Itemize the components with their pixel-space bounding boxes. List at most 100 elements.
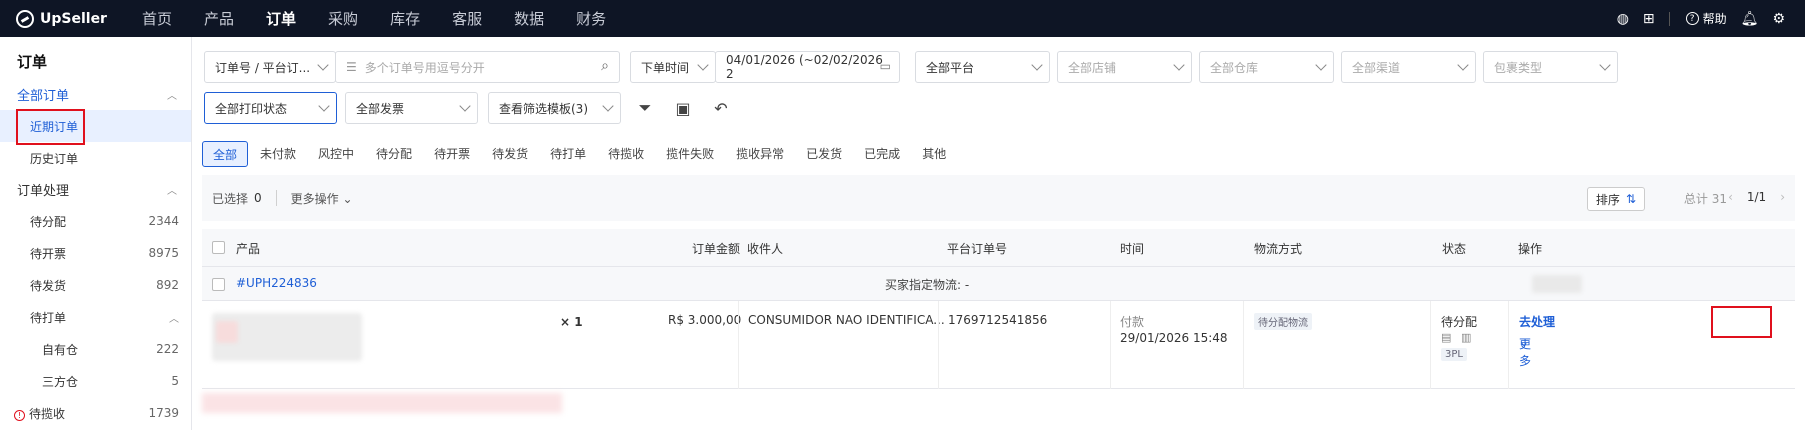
invoice-select[interactable]: 全部发票 xyxy=(345,92,478,124)
nav-separator xyxy=(1668,11,1670,26)
sidebar-group-all-orders[interactable]: 全部订单 ︿ xyxy=(0,79,191,110)
header-amount: 订单金额 xyxy=(692,242,741,256)
header-action: 操作 xyxy=(1518,242,1543,256)
header-product: 产品 xyxy=(236,242,261,256)
sidebar-item-to-invoice[interactable]: 待开票 8975 xyxy=(0,237,191,269)
tab-to-invoice[interactable]: 待开票 xyxy=(424,141,480,167)
sidebar-item-own-warehouse[interactable]: 自有仓 222 xyxy=(0,333,191,365)
date-range-input[interactable]: 04/01/2026 (~02/02/2026 2 ▭ xyxy=(715,51,900,83)
nav-data[interactable]: 数据 xyxy=(514,8,544,29)
sidebar-item-label: 近期订单 xyxy=(30,119,79,134)
logistics-tag: 待分配物流 xyxy=(1254,313,1312,330)
barcode-icon[interactable]: ▤ xyxy=(1441,331,1451,344)
nav-finance[interactable]: 财务 xyxy=(576,8,606,29)
chevron-up-icon: ︿ xyxy=(167,91,177,102)
search-icon[interactable]: ⌕ xyxy=(601,58,609,74)
chevron-down-icon: ⌄ xyxy=(1519,335,1530,349)
sidebar-item-to-ship[interactable]: 待发货 892 xyxy=(0,269,191,301)
print-status-select[interactable]: 全部打印状态 xyxy=(204,92,337,124)
warehouse-select[interactable]: 全部仓库 xyxy=(1199,51,1334,83)
tab-other[interactable]: 其他 xyxy=(912,141,956,167)
logo[interactable]: UpSeller xyxy=(16,9,126,28)
select-value: 包裹类型 xyxy=(1494,60,1543,75)
help-label: 帮助 xyxy=(1702,12,1727,26)
tab-pickup-error[interactable]: 揽收异常 xyxy=(726,141,794,167)
nav-home[interactable]: 首页 xyxy=(142,8,172,29)
order-no-input[interactable]: ☰ 多个订单号用逗号分开 ⌕ xyxy=(335,51,620,83)
sort-label: 排序 xyxy=(1595,192,1620,207)
selected-count: 0 xyxy=(254,191,262,205)
status-tabs: 全部 未付款 风控中 待分配 待开票 待发货 待打单 待揽收 揽件失败 揽收异常… xyxy=(202,141,958,167)
sidebar-item-label: 待分配 xyxy=(30,214,67,229)
nav-inventory[interactable]: 库存 xyxy=(390,8,420,29)
sort-icon: ⇅ xyxy=(1625,192,1636,206)
platform-select[interactable]: 全部平台 xyxy=(915,51,1050,83)
sidebar-item-third-warehouse[interactable]: 三方仓 5 xyxy=(0,365,191,397)
select-all-checkbox[interactable] xyxy=(212,241,225,254)
nav-products[interactable]: 产品 xyxy=(204,8,234,29)
bell-icon[interactable]: 🔔︎ xyxy=(1741,11,1759,27)
tab-to-allocate[interactable]: 待分配 xyxy=(366,141,422,167)
tab-pickup-failed[interactable]: 揽件失败 xyxy=(656,141,724,167)
select-value: 全部店铺 xyxy=(1068,60,1117,75)
sidebar-group-processing[interactable]: 订单处理 ︿ xyxy=(0,174,191,205)
sidebar-item-to-pickup[interactable]: ! 待揽收 1739 xyxy=(0,397,191,429)
help-button[interactable]: ? 帮助 xyxy=(1685,10,1727,27)
filter-icon[interactable]: ⏷ xyxy=(631,94,659,122)
document-icon[interactable]: ▥ xyxy=(1461,331,1471,344)
package-type-select[interactable]: 包裹类型 xyxy=(1483,51,1618,83)
order-checkbox[interactable] xyxy=(212,278,225,291)
sort-button[interactable]: 排序 ⇅ xyxy=(1586,187,1645,211)
sidebar-item-recent-orders[interactable]: 近期订单 xyxy=(0,110,191,142)
date-range-value: 04/01/2026 (~02/02/2026 2 xyxy=(726,53,883,81)
more-actions-button[interactable]: 更多操作 ⌄ xyxy=(291,190,353,207)
help-icon: ? xyxy=(1685,12,1699,25)
tab-unpaid[interactable]: 未付款 xyxy=(250,141,306,167)
nav-service[interactable]: 客服 xyxy=(452,8,482,29)
next-page-icon[interactable]: › xyxy=(1780,190,1785,204)
save-icon[interactable]: ▣ xyxy=(669,94,697,122)
filter-template-select[interactable]: 查看筛选模板(3) xyxy=(488,92,621,124)
toolbar-divider xyxy=(275,190,277,206)
page-indicator: 1/1 xyxy=(1746,190,1767,204)
time-label: 付款 xyxy=(1120,315,1145,329)
sidebar-item-to-allocate[interactable]: 待分配 2344 xyxy=(0,205,191,237)
select-value: 查看筛选模板(3) xyxy=(499,101,588,116)
tab-shipped[interactable]: 已发货 xyxy=(796,141,852,167)
nav-purchase[interactable]: 采购 xyxy=(328,8,358,29)
cell-divider xyxy=(1430,301,1431,389)
tab-to-ship[interactable]: 待发货 xyxy=(482,141,538,167)
nav-orders[interactable]: 订单 xyxy=(266,8,296,29)
time-type-select[interactable]: 下单时间 xyxy=(630,51,716,83)
more-actions-label: 更多操作 xyxy=(290,191,339,206)
tab-completed[interactable]: 已完成 xyxy=(854,141,910,167)
header-time: 时间 xyxy=(1120,242,1145,256)
blurred-content xyxy=(202,393,562,413)
apps-grid-icon[interactable]: ⊞ xyxy=(1643,11,1655,27)
select-value: 全部打印状态 xyxy=(215,101,288,116)
order-id-link[interactable]: #UPH224836 xyxy=(236,276,317,290)
tab-all[interactable]: 全部 xyxy=(202,141,249,167)
selected-label: 已选择 xyxy=(212,191,249,206)
sidebar-item-count: 892 xyxy=(156,278,179,292)
process-button[interactable]: 去处理 xyxy=(1519,313,1555,330)
sidebar-item-history-orders[interactable]: 历史订单 xyxy=(0,142,191,174)
sidebar-item-label: 自有仓 xyxy=(42,342,79,357)
sidebar-item-label: 待发货 xyxy=(30,278,67,293)
reset-icon[interactable]: ↶ xyxy=(707,94,735,122)
chevron-down-icon xyxy=(317,59,329,71)
tab-to-pickup[interactable]: 待揽收 xyxy=(598,141,654,167)
store-select[interactable]: 全部店铺 xyxy=(1057,51,1192,83)
sidebar-item-to-print[interactable]: 待打单 ︿ xyxy=(0,301,191,333)
globe-icon[interactable]: ◍ xyxy=(1617,11,1629,27)
prev-page-icon[interactable]: ‹ xyxy=(1728,190,1733,204)
tab-risk[interactable]: 风控中 xyxy=(308,141,364,167)
order-no-type-select[interactable]: 订单号 / 平台订... xyxy=(204,51,336,83)
gear-icon[interactable]: ⚙ xyxy=(1772,11,1785,27)
channel-select[interactable]: 全部渠道 xyxy=(1341,51,1476,83)
receiver-name: CONSUMIDOR NAO IDENTIFICA... xyxy=(748,313,945,327)
chevron-down-icon xyxy=(697,59,709,71)
order-amount: R$ 3.000,00 xyxy=(668,313,742,327)
tab-to-print[interactable]: 待打单 xyxy=(540,141,596,167)
header-logistics: 物流方式 xyxy=(1254,242,1303,256)
